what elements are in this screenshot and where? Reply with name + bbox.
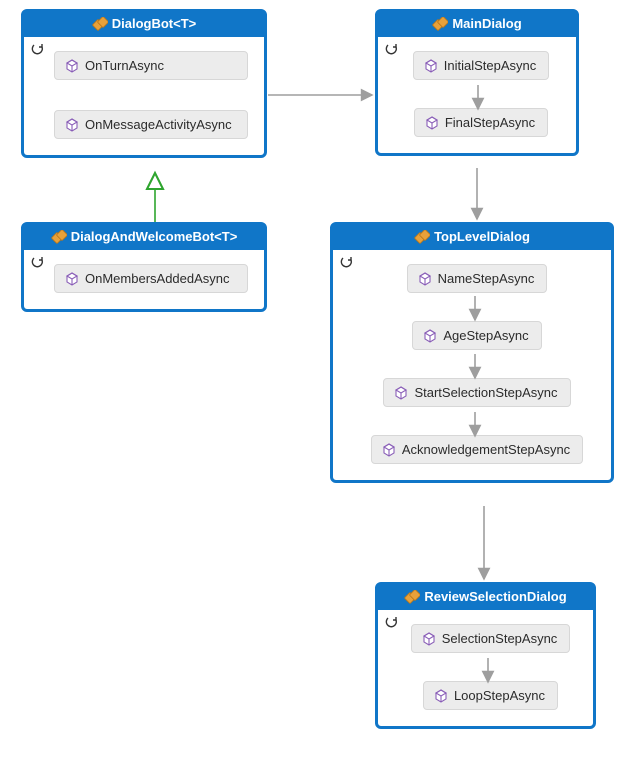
cycle-icon xyxy=(339,256,353,270)
class-dialogbot: DialogBot<T> OnTurnAsync OnMessageActivi… xyxy=(21,9,267,158)
class-title-text: MainDialog xyxy=(452,16,521,31)
method-finalstepasync: FinalStepAsync xyxy=(414,108,548,137)
class-title: MainDialog xyxy=(378,12,576,37)
class-topleveldialog: TopLevelDialog NameStepAsync AgeStepAsyn… xyxy=(330,222,614,483)
class-maindialog: MainDialog InitialStepAsync FinalStepAsy… xyxy=(375,9,579,156)
method-label: FinalStepAsync xyxy=(445,115,535,130)
method-label: StartSelectionStepAsync xyxy=(414,385,557,400)
cube-icon xyxy=(418,272,432,286)
method-startselectionstepasync: StartSelectionStepAsync xyxy=(383,378,570,407)
class-icon xyxy=(92,17,108,31)
cube-icon xyxy=(425,116,439,130)
method-label: NameStepAsync xyxy=(438,271,535,286)
cube-icon xyxy=(424,59,438,73)
class-title: DialogBot<T> xyxy=(24,12,264,37)
cube-icon xyxy=(65,118,79,132)
cube-icon xyxy=(434,689,448,703)
method-label: OnTurnAsync xyxy=(85,58,164,73)
cube-icon xyxy=(423,329,437,343)
class-title: TopLevelDialog xyxy=(333,225,611,250)
method-namestepasync: NameStepAsync xyxy=(407,264,548,293)
method-label: OnMessageActivityAsync xyxy=(85,117,232,132)
method-label: AgeStepAsync xyxy=(443,328,528,343)
cube-icon xyxy=(65,59,79,73)
cube-icon xyxy=(382,443,396,457)
method-onturnasync: OnTurnAsync xyxy=(54,51,248,80)
method-loopstepasync: LoopStepAsync xyxy=(423,681,558,710)
diagram-canvas: DialogBot<T> OnTurnAsync OnMessageActivi… xyxy=(0,0,624,781)
method-label: OnMembersAddedAsync xyxy=(85,271,230,286)
cycle-icon xyxy=(30,43,44,57)
class-title-text: DialogAndWelcomeBot<T> xyxy=(71,229,238,244)
class-title: ReviewSelectionDialog xyxy=(378,585,593,610)
class-icon xyxy=(51,230,67,244)
class-dialogandwelcomebot: DialogAndWelcomeBot<T> OnMembersAddedAsy… xyxy=(21,222,267,312)
cube-icon xyxy=(65,272,79,286)
method-acknowledgementstepasync: AcknowledgementStepAsync xyxy=(371,435,583,464)
cycle-icon xyxy=(30,256,44,270)
cycle-icon xyxy=(384,43,398,57)
cube-icon xyxy=(422,632,436,646)
method-initialstepasync: InitialStepAsync xyxy=(413,51,550,80)
method-label: SelectionStepAsync xyxy=(442,631,558,646)
method-onmembersaddedasync: OnMembersAddedAsync xyxy=(54,264,248,293)
class-icon xyxy=(414,230,430,244)
method-label: LoopStepAsync xyxy=(454,688,545,703)
method-onmessageactivityasync: OnMessageActivityAsync xyxy=(54,110,248,139)
method-label: AcknowledgementStepAsync xyxy=(402,442,570,457)
method-selectionstepasync: SelectionStepAsync xyxy=(411,624,571,653)
method-label: InitialStepAsync xyxy=(444,58,537,73)
cycle-icon xyxy=(384,616,398,630)
class-icon xyxy=(432,17,448,31)
class-title-text: ReviewSelectionDialog xyxy=(424,589,566,604)
class-title-text: TopLevelDialog xyxy=(434,229,530,244)
method-agestepasync: AgeStepAsync xyxy=(412,321,541,350)
class-title-text: DialogBot<T> xyxy=(112,16,197,31)
class-icon xyxy=(404,590,420,604)
cube-icon xyxy=(394,386,408,400)
class-reviewselectiondialog: ReviewSelectionDialog SelectionStepAsync… xyxy=(375,582,596,729)
class-title: DialogAndWelcomeBot<T> xyxy=(24,225,264,250)
